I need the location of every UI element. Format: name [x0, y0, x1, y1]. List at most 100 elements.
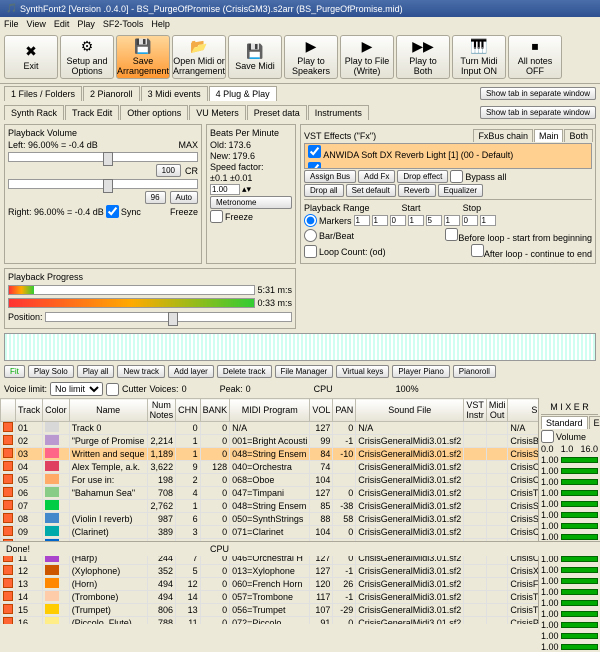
track-check[interactable] — [3, 435, 13, 445]
track-color-swatch[interactable] — [45, 513, 59, 523]
track-check[interactable] — [3, 448, 13, 458]
sub-tab[interactable]: Instruments — [308, 105, 369, 120]
column-header[interactable]: Num Notes — [147, 399, 176, 422]
column-header[interactable]: MIDI Program — [230, 399, 310, 422]
menu-item[interactable]: File — [4, 19, 19, 29]
track-row[interactable]: 02"Purge of Promise2,21410001=Bright Aco… — [1, 435, 539, 448]
tab-both[interactable]: Both — [564, 129, 593, 142]
progress-bar-2[interactable] — [8, 298, 255, 308]
track-row[interactable]: 072,76210048=String Ensem85-38CrisisGene… — [1, 500, 539, 513]
mixer-channel[interactable]: 1.00 — [541, 609, 598, 619]
toolbar-button[interactable]: ▶▶Play to Both — [396, 35, 450, 79]
track-check[interactable] — [3, 617, 13, 624]
spinner-icon[interactable]: ▴▾ — [242, 184, 251, 195]
range-input[interactable] — [372, 215, 388, 226]
fit-button[interactable]: Fit — [4, 365, 25, 378]
right-volume-slider[interactable] — [8, 179, 198, 189]
set-default-button[interactable]: Set default — [346, 184, 396, 197]
track-row[interactable]: 06"Bahamun Sea"70840047=Timpani1270Crisi… — [1, 487, 539, 500]
equalizer-button[interactable]: Equalizer — [438, 184, 483, 197]
vst-check[interactable] — [308, 145, 321, 158]
auto-button[interactable]: Auto — [170, 191, 198, 204]
track-row[interactable]: 03Written and seque1,18910048=String Ens… — [1, 448, 539, 461]
mixer-channel[interactable]: 1.00 — [541, 642, 598, 652]
mixer-bar[interactable] — [561, 457, 598, 463]
track-check[interactable] — [3, 422, 13, 432]
track-color-swatch[interactable] — [45, 474, 59, 484]
track-row[interactable]: 13(Horn)494120060=French Horn12026Crisis… — [1, 578, 539, 591]
mixer-channel[interactable]: 1.00 — [541, 631, 598, 641]
assign-bus-button[interactable]: Assign Bus — [304, 170, 356, 183]
track-color-swatch[interactable] — [45, 487, 59, 497]
mixer-channel[interactable]: 1.00 — [541, 565, 598, 575]
column-header[interactable]: VOL — [310, 399, 333, 422]
toolbar-button[interactable]: ⚙Setup and Options — [60, 35, 114, 79]
bypass-checkbox[interactable] — [450, 170, 463, 183]
reverb-button[interactable]: Reverb — [398, 184, 436, 197]
vst-list[interactable]: ANWIDA Soft DX Reverb Light [1] (00 - De… — [304, 143, 592, 169]
progress-bar-1[interactable] — [8, 285, 255, 295]
column-header[interactable]: Name — [69, 399, 147, 422]
virtual-keys-button[interactable]: Virtual keys — [336, 365, 389, 378]
column-header[interactable]: BANK — [200, 399, 230, 422]
menu-item[interactable]: Help — [151, 19, 170, 29]
track-color-swatch[interactable] — [45, 565, 59, 575]
track-color-swatch[interactable] — [45, 448, 59, 458]
mixer-channel[interactable]: 1.00 — [541, 455, 598, 465]
sync-checkbox[interactable] — [106, 205, 119, 218]
voice-limit-select[interactable]: No limit — [50, 382, 103, 396]
column-header[interactable]: Track — [16, 399, 43, 422]
track-row[interactable]: 16(Piccolo, Flute)788110072=Piccolo910Cr… — [1, 617, 539, 625]
mixer-bar[interactable] — [561, 567, 598, 573]
column-header[interactable]: PAN — [333, 399, 356, 422]
mixer-bar[interactable] — [561, 501, 598, 507]
main-tab[interactable]: 1 Files / Folders — [4, 86, 82, 101]
track-color-swatch[interactable] — [45, 526, 59, 536]
mixer-channel[interactable]: 1.00 — [541, 576, 598, 586]
toolbar-button[interactable]: ▶Play to Speakers — [284, 35, 338, 79]
range-input[interactable] — [462, 215, 478, 226]
track-check[interactable] — [3, 526, 13, 536]
toolbar-button[interactable]: ⏹All notes OFF — [508, 35, 562, 79]
vol-100-button[interactable]: 100 — [156, 164, 181, 177]
cutter-checkbox[interactable] — [106, 383, 119, 396]
before-checkbox[interactable] — [445, 228, 458, 241]
column-header[interactable]: Sound File — [356, 399, 464, 422]
menu-item[interactable]: Play — [77, 19, 95, 29]
position-slider[interactable] — [45, 312, 292, 322]
tab-fxbus[interactable]: FxBus chain — [473, 129, 533, 142]
range-input[interactable] — [390, 215, 406, 226]
track-check[interactable] — [3, 591, 13, 601]
sub-tab[interactable]: Track Edit — [65, 105, 119, 120]
add-fx-button[interactable]: Add Fx — [358, 170, 395, 183]
main-tab[interactable]: 2 Pianoroll — [83, 86, 140, 101]
track-row[interactable]: 14(Trombone)494140057=Trombone117-1Crisi… — [1, 591, 539, 604]
track-row[interactable]: 08(Violin I reverb)98760050=SynthStrings… — [1, 513, 539, 526]
player-piano-button[interactable]: Player Piano — [392, 365, 449, 378]
column-header[interactable]: Color — [43, 399, 70, 422]
vol-96-button[interactable]: 96 — [145, 191, 166, 204]
menu-item[interactable]: Edit — [54, 19, 70, 29]
mixer-channel[interactable]: 1.00 — [541, 466, 598, 476]
sub-tab[interactable]: VU Meters — [189, 105, 246, 120]
freeze-checkbox[interactable] — [210, 210, 223, 223]
range-input[interactable] — [480, 215, 496, 226]
toolbar-button[interactable]: 🎹Turn Midi Input ON — [452, 35, 506, 79]
after-checkbox[interactable] — [471, 244, 484, 257]
mixer-channel[interactable]: 1.00 — [541, 510, 598, 520]
barbeat-radio[interactable] — [304, 229, 317, 242]
vst-check[interactable] — [308, 162, 321, 169]
column-header[interactable] — [1, 399, 16, 422]
mixer-bar[interactable] — [561, 644, 598, 650]
markers-radio[interactable] — [304, 214, 317, 227]
mixer-channel[interactable]: 1.00 — [541, 477, 598, 487]
mixer-bar[interactable] — [561, 468, 598, 474]
drop-fx-button[interactable]: Drop effect — [397, 170, 448, 183]
column-header[interactable]: CHN — [176, 399, 201, 422]
mixer-channel[interactable]: 1.00 — [541, 521, 598, 531]
mixer-channel[interactable]: 1.00 — [541, 499, 598, 509]
track-row[interactable]: 15(Trumpet)806130056=Trumpet107-29Crisis… — [1, 604, 539, 617]
metronome-button[interactable]: Metronome — [210, 196, 292, 209]
mixer-bar[interactable] — [561, 490, 598, 496]
mixer-tab-standard[interactable]: Standard — [541, 416, 588, 429]
